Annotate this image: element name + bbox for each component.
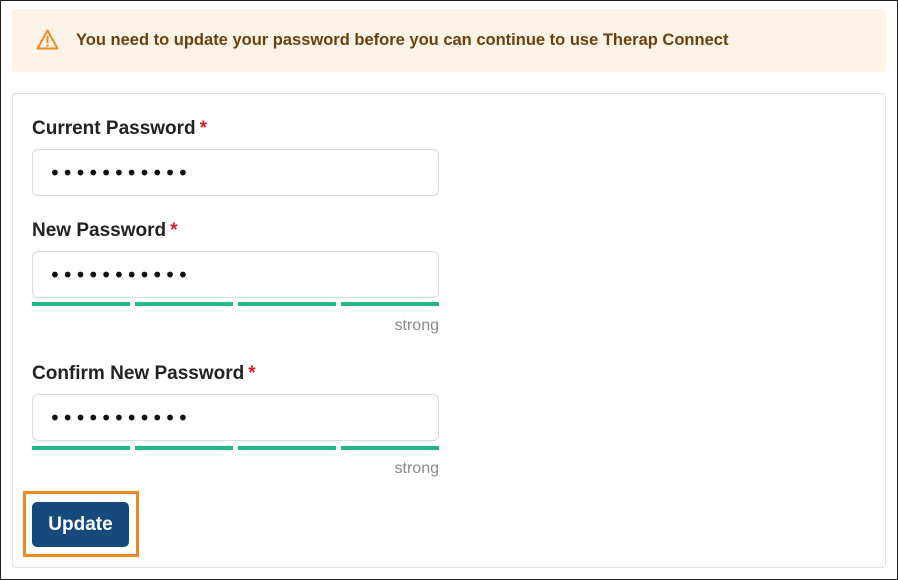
required-marker: * (248, 363, 256, 384)
new-password-value: ••••••••••• (49, 262, 190, 287)
confirm-password-field[interactable]: ••••••••••• (32, 394, 439, 441)
confirm-password-strength-label: strong (394, 460, 439, 477)
current-password-field[interactable]: ••••••••••• (32, 149, 439, 196)
new-password-field[interactable]: ••••••••••• (32, 251, 439, 298)
strength-segment (238, 302, 336, 306)
current-password-label: Current Password * (32, 118, 207, 140)
strength-segment (238, 446, 336, 450)
strength-segment (32, 446, 130, 450)
strength-segment (341, 446, 439, 450)
strength-segment (135, 446, 233, 450)
confirm-password-strength-meter (32, 446, 439, 450)
required-marker: * (199, 118, 208, 139)
confirm-password-label: Confirm New Password * (32, 363, 256, 385)
new-password-strength-label: strong (394, 317, 439, 334)
confirm-password-value: ••••••••••• (49, 405, 190, 430)
current-password-value: ••••••••••• (49, 160, 190, 185)
warning-triangle-icon (36, 29, 59, 50)
required-marker: * (170, 220, 178, 241)
confirm-password-label-text: Confirm New Password (32, 363, 245, 384)
current-password-label-text: Current Password (32, 118, 196, 139)
strength-segment (135, 302, 233, 306)
new-password-label: New Password * (32, 220, 178, 242)
new-password-strength-meter (32, 302, 439, 306)
alert-message: You need to update your password before … (76, 31, 729, 49)
update-button[interactable]: Update (32, 502, 129, 547)
strength-segment (32, 302, 130, 306)
password-update-alert: You need to update your password before … (12, 9, 886, 72)
strength-segment (341, 302, 439, 306)
new-password-label-text: New Password (32, 220, 167, 241)
